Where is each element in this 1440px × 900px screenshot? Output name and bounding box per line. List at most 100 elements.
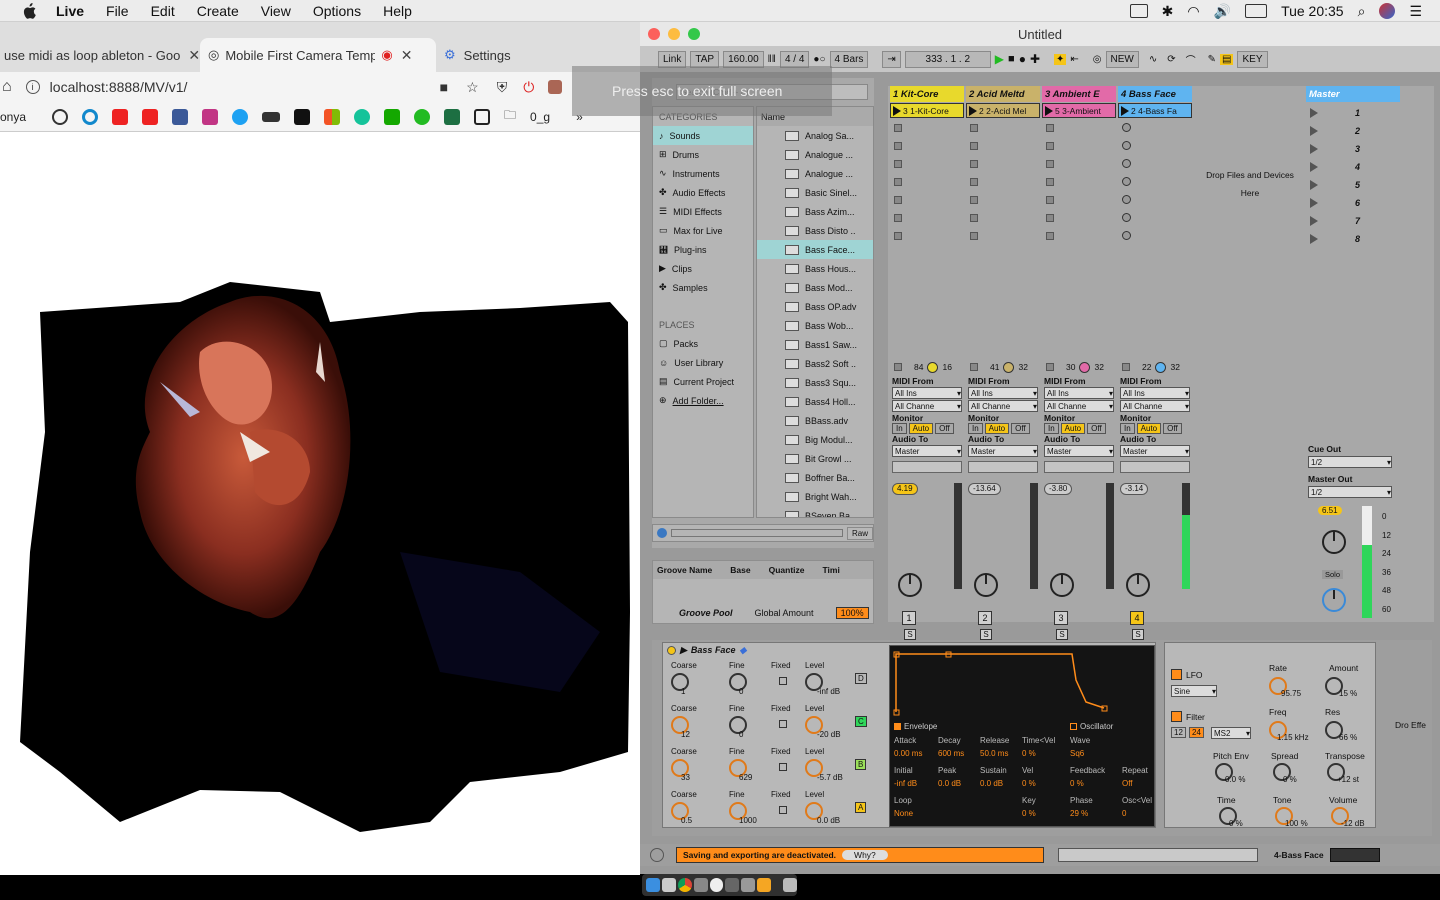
empty-slot-area[interactable]	[966, 245, 1040, 355]
record-button[interactable]: ●	[1019, 52, 1026, 66]
power-extension-icon[interactable]: ⏻	[523, 79, 534, 96]
empty-slot-area[interactable]	[890, 245, 964, 355]
close-icon[interactable]: ✕	[401, 47, 413, 64]
app-icon[interactable]	[741, 878, 756, 892]
category-instruments[interactable]: ∿ Instruments	[653, 164, 753, 183]
global-amount-field[interactable]: 100%	[835, 607, 869, 619]
monitor-off-button[interactable]: Off	[935, 423, 954, 434]
category-drums[interactable]: ⊞ Drums	[653, 145, 753, 164]
camera-icon[interactable]: ■	[440, 79, 448, 95]
clip-slot[interactable]	[890, 155, 964, 173]
envelope-param-value[interactable]: Off	[1122, 779, 1133, 788]
clip-slot[interactable]	[1042, 191, 1116, 209]
menu-edit[interactable]: Edit	[151, 3, 175, 19]
overview-strip[interactable]	[1058, 848, 1258, 862]
clip-slot[interactable]	[966, 209, 1040, 227]
category-plugins[interactable]: ⮖ Plug-ins	[653, 240, 753, 259]
scene-play-icon[interactable]	[1310, 107, 1318, 118]
scene-play-icon[interactable]	[1310, 233, 1318, 244]
coarse-knob[interactable]	[671, 673, 689, 691]
youtube-icon[interactable]	[112, 108, 129, 125]
category-samples[interactable]: ✤ Samples	[653, 278, 753, 297]
quantize-menu[interactable]: 4 Bars	[829, 50, 869, 68]
scene-launch[interactable]: 3	[1306, 140, 1400, 158]
punch-icon[interactable]: ⌒	[1186, 52, 1196, 67]
play-button[interactable]: ▶	[995, 52, 1004, 66]
scene-launch[interactable]: 2	[1306, 122, 1400, 140]
envelope-param-value[interactable]: -inf dB	[894, 779, 917, 788]
clip-slot[interactable]	[890, 137, 964, 155]
envelope-param-value[interactable]: 0 %	[1022, 809, 1036, 818]
master-header[interactable]: Master	[1306, 86, 1400, 102]
instagram-icon[interactable]	[202, 108, 219, 125]
github-icon[interactable]	[52, 108, 69, 125]
clip-play-icon[interactable]	[893, 105, 901, 116]
scene-play-icon[interactable]	[1310, 197, 1318, 208]
clock[interactable]: Tue 20:35	[1281, 3, 1344, 19]
pan-knob[interactable]	[974, 573, 998, 597]
scene-launch[interactable]: 7	[1306, 212, 1400, 230]
clip-slot[interactable]	[966, 191, 1040, 209]
clip-play-icon[interactable]	[1121, 105, 1129, 116]
menu-live[interactable]: Live	[56, 3, 84, 19]
scene-play-icon[interactable]	[1310, 125, 1318, 136]
track-volume-field[interactable]: -3.14	[1120, 483, 1149, 495]
clip-play-icon[interactable]	[969, 105, 977, 116]
new-button[interactable]: NEW	[1105, 50, 1139, 68]
monitor-auto-button[interactable]: Auto	[908, 423, 934, 434]
envelope-param-value[interactable]: None	[894, 809, 913, 818]
audio-to-select[interactable]: Master ▾	[1044, 445, 1114, 457]
track-header[interactable]: 2 Acid Meltd	[966, 86, 1040, 102]
clip[interactable]: 5 3-Ambient	[1042, 103, 1116, 118]
operator-letter[interactable]: C	[855, 716, 867, 727]
envelope-param-value[interactable]: 0	[1122, 809, 1126, 818]
browser-file-item[interactable]: Basic Sinel...	[757, 183, 873, 202]
screen-mirror-icon[interactable]	[1129, 4, 1148, 18]
envelope-param-value[interactable]: 0 %	[1070, 779, 1084, 788]
clip-slot[interactable]	[966, 155, 1040, 173]
clip-slot[interactable]	[1118, 191, 1192, 209]
track-volume-field[interactable]: -13.64	[968, 483, 1001, 495]
tempo-field[interactable]: 160.00	[723, 50, 764, 68]
clip-slot[interactable]	[890, 209, 964, 227]
browser-file-item[interactable]: Boffner Ba...	[757, 468, 873, 487]
envelope-display[interactable]: Envelope Oscillator Attack 0.00 ms Decay 60…	[889, 645, 1155, 827]
browser-file-item[interactable]: Bass3 Squ...	[757, 373, 873, 392]
oscillator-tab[interactable]: Oscillator	[1080, 722, 1113, 731]
solo-button[interactable]: S	[1056, 629, 1068, 640]
monitor-in-button[interactable]: In	[892, 423, 907, 434]
midi-from-select[interactable]: All Ins ▾	[1120, 387, 1190, 399]
fine-knob[interactable]	[729, 673, 747, 691]
bike-icon[interactable]	[262, 111, 281, 122]
clip-slot[interactable]	[1118, 137, 1192, 155]
key-map-button[interactable]: KEY	[1237, 50, 1268, 68]
preview-icon[interactable]	[657, 528, 667, 538]
raw-button[interactable]: Raw	[846, 526, 873, 540]
automation-arm-icon[interactable]: ✦	[1054, 53, 1067, 65]
category-clips[interactable]: ▶ Clips	[653, 259, 753, 278]
clip-slot[interactable]	[890, 227, 964, 245]
hotswap-icon[interactable]: ◆	[739, 645, 746, 656]
why-button[interactable]: Why?	[842, 850, 888, 860]
track-volume-field[interactable]: 4.19	[892, 483, 918, 495]
audio-to-select[interactable]: Master ▾	[1120, 445, 1190, 457]
menu-help[interactable]: Help	[383, 3, 412, 19]
envelope-param-value[interactable]: 0 %	[1022, 749, 1036, 758]
midi-channel-select[interactable]: All Channe ▾	[968, 400, 1038, 412]
drop-effects-zone[interactable]: Dro Effe	[1386, 720, 1426, 730]
track-header[interactable]: 1 Kit-Core	[890, 86, 964, 102]
browser-file-item[interactable]: Big Modul...	[757, 430, 873, 449]
clip[interactable]: 2 4-Bass Fa	[1118, 103, 1192, 118]
track-activator-button[interactable]: 3	[1054, 611, 1068, 625]
opera-icon[interactable]	[82, 108, 99, 125]
folder-icon[interactable]: 🗀	[504, 106, 516, 127]
youtube-icon[interactable]	[142, 108, 159, 125]
curve-icon[interactable]: ∿	[1149, 54, 1157, 65]
scene-launch[interactable]: 8	[1306, 230, 1400, 248]
bookmark-item[interactable]: onya	[0, 110, 26, 124]
clip-slot[interactable]	[890, 191, 964, 209]
filter-type-select[interactable]: MS2 ▾	[1211, 727, 1251, 739]
audio-to-select[interactable]: Master ▾	[968, 445, 1038, 457]
browser-file-item[interactable]: Bass4 Holl...	[757, 392, 873, 411]
menu-create[interactable]: Create	[197, 3, 239, 19]
